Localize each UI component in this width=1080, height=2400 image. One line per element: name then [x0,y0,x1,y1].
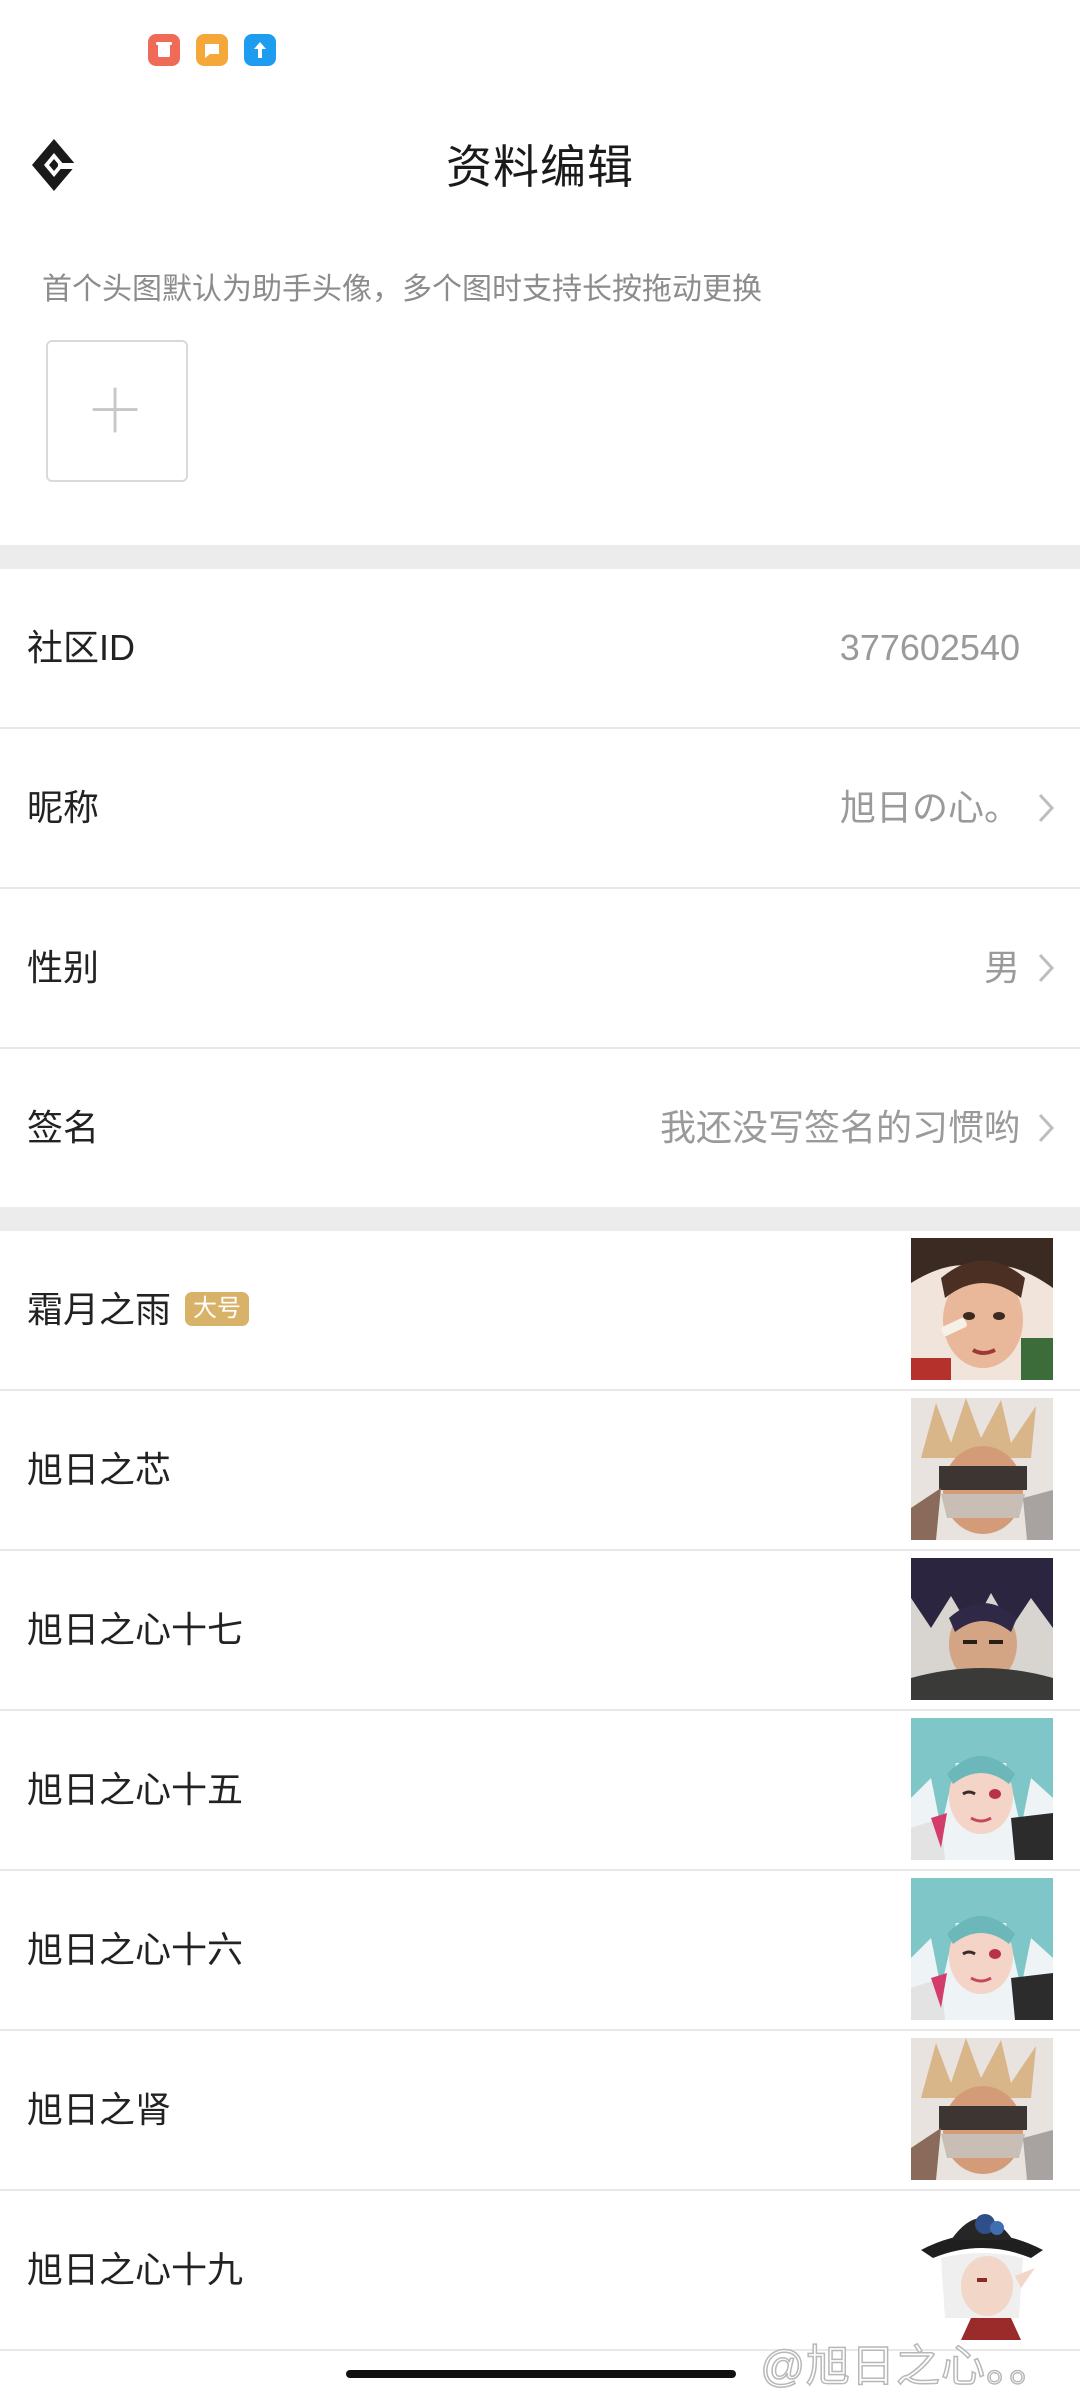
section-separator [0,1207,1080,1231]
signature-row[interactable]: 签名 我还没写签名的习惯哟 [0,1049,1080,1207]
account-name: 旭日之芯 [27,1449,172,1490]
blue-app-icon [244,34,276,66]
watermark-text: @旭日之心。。 [760,2341,1054,2392]
account-row[interactable]: 旭日之心十五 [0,1711,1080,1869]
account-row[interactable]: 旭日之肾 [0,2031,1080,2189]
gender-value: 男 [983,947,1020,988]
account-row[interactable]: 旭日之心十七 [0,1551,1080,1709]
signature-label: 签名 [27,1107,100,1148]
nickname-value: 旭日の心。 [839,787,1020,828]
gender-label: 性别 [27,947,100,988]
account-row[interactable]: 旭日之心十九 [0,2191,1080,2349]
account-name: 旭日之心十七 [27,1609,244,1650]
avatar-hint-text: 首个头图默认为助手头像，多个图时支持长按拖动更换 [42,273,762,306]
portrait-teal-hair-girl-wink [911,1878,1053,2020]
portrait-girl-bandage [911,1238,1053,1380]
page-title: 资料编辑 [446,141,634,193]
main-account-badge: 大号 [185,1292,250,1327]
account-row[interactable]: 霜月之雨 大号 [0,1231,1080,1389]
home-indicator[interactable] [346,2370,736,2378]
portrait-dark-hair-swordsman [911,1558,1053,1700]
account-row[interactable]: 旭日之芯 [0,1391,1080,1549]
portrait-teal-hair-girl-wink [911,1718,1053,1860]
portrait-white-hair-hat [911,2198,1053,2340]
community-id-value: 377602540 [839,627,1020,668]
chevron-right-icon [1038,793,1055,823]
account-row[interactable]: 旭日之心十六 [0,1871,1080,2029]
account-name: 旭日之心十五 [27,1769,244,1810]
header-bar: 资料编辑 [0,95,1080,230]
chevron-right-icon [1038,953,1055,983]
gender-row[interactable]: 性别 男 [0,889,1080,1047]
nickname-row[interactable]: 昵称 旭日の心。 [0,729,1080,887]
signature-value: 我还没写签名的习惯哟 [659,1107,1020,1148]
status-bar [0,0,1080,95]
nickname-label: 昵称 [27,787,100,828]
portrait-spiky-blond-mask [911,1398,1053,1540]
account-name: 霜月之雨 [27,1289,172,1330]
section-separator [0,545,1080,569]
account-name: 旭日之心十九 [27,2249,244,2290]
add-avatar-button[interactable] [46,340,188,482]
red-app-icon [148,34,180,66]
chevron-right-icon [1038,1113,1055,1143]
account-name: 旭日之心十六 [27,1929,244,1970]
community-id-label: 社区ID [27,627,136,668]
portrait-spiky-blond-mask [911,2038,1053,2180]
plus-icon [92,387,138,433]
community-id-row: 社区ID 377602540 [0,569,1080,727]
orange-app-icon [196,34,228,66]
account-name: 旭日之肾 [27,2089,172,2130]
